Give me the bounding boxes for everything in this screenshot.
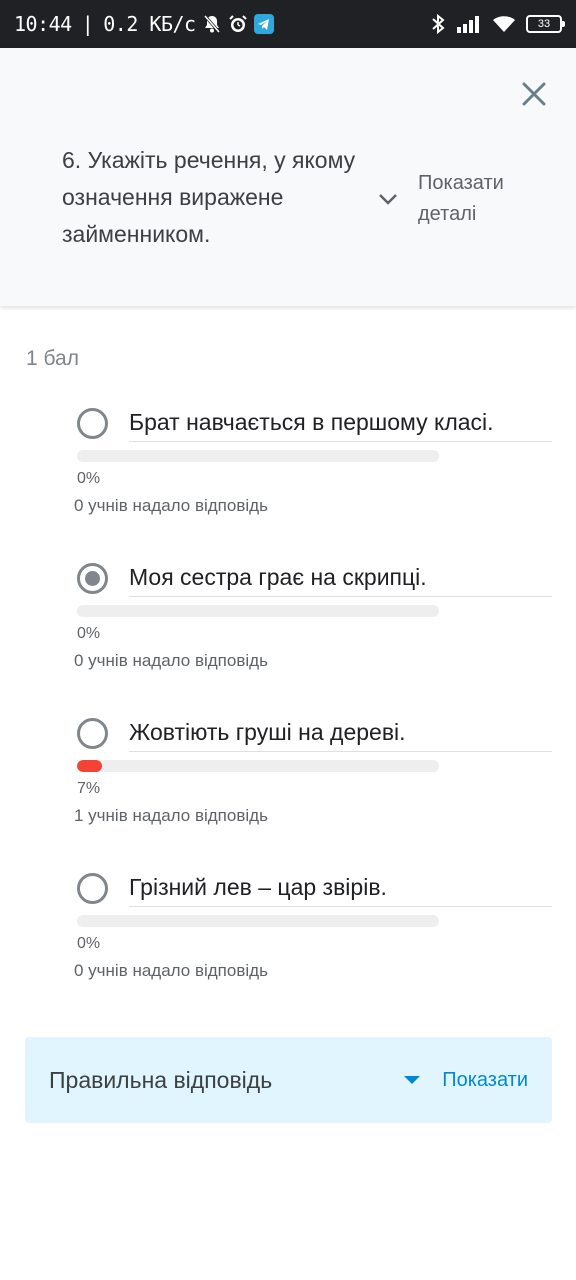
close-icon bbox=[522, 82, 546, 106]
percent-label: 0% bbox=[77, 470, 101, 487]
alarm-icon bbox=[228, 14, 248, 34]
correct-answer-label: Правильна відповідь bbox=[49, 1066, 273, 1093]
responses-count: 0 учнів надало відповідь bbox=[74, 496, 268, 515]
signal-icon bbox=[456, 14, 482, 34]
show-details-toggle[interactable]: Показати деталі bbox=[372, 168, 548, 230]
option-text: Жовтіють груші на дереві. bbox=[129, 716, 552, 752]
close-button[interactable] bbox=[512, 72, 556, 116]
answer-option: Брат навчається в першому класі. 0% 0 уч… bbox=[0, 408, 576, 538]
radio-button[interactable] bbox=[77, 408, 108, 439]
correct-answer-panel: Правильна відповідь Показати bbox=[25, 1037, 552, 1123]
response-bar bbox=[77, 605, 439, 617]
show-answer-label: Показати bbox=[442, 1068, 528, 1091]
answer-option: Моя сестра грає на скрипці. 0% 0 учнів н… bbox=[0, 563, 576, 693]
answer-option: Грізний лев – цар звірів. 0% 0 учнів над… bbox=[0, 873, 576, 1003]
show-details-label: Показати деталі bbox=[418, 172, 504, 225]
option-text: Брат навчається в першому класі. bbox=[129, 406, 552, 442]
telegram-icon bbox=[253, 14, 274, 34]
battery-indicator: 33 bbox=[526, 15, 565, 33]
response-bar bbox=[77, 760, 439, 772]
response-bar bbox=[77, 450, 439, 462]
show-answer-button[interactable]: Показати bbox=[404, 1069, 528, 1092]
responses-count: 0 учнів надало відповідь bbox=[74, 651, 268, 670]
percent-label: 7% bbox=[77, 780, 101, 797]
responses-count: 1 учнів надало відповідь bbox=[74, 806, 268, 825]
question-header: 6. Укажіть речення, у якому означення ви… bbox=[0, 48, 576, 306]
status-left: 10:44 | 0.2 КБ/с bbox=[14, 12, 274, 36]
points-label: 1 бал bbox=[26, 347, 79, 370]
radio-selected-dot bbox=[85, 571, 100, 586]
option-text: Грізний лев – цар звірів. bbox=[129, 871, 552, 907]
status-bar: 10:44 | 0.2 КБ/с 33 bbox=[0, 0, 576, 48]
answer-option: Жовтіють груші на дереві. 7% 1 учнів над… bbox=[0, 718, 576, 848]
responses-count: 0 учнів надало відповідь bbox=[74, 961, 268, 980]
question-text: 6. Укажіть речення, у якому означення ви… bbox=[62, 147, 356, 247]
radio-button[interactable] bbox=[77, 873, 108, 904]
network-speed: 0.2 КБ/с bbox=[103, 12, 196, 36]
option-text: Моя сестра грає на скрипці. bbox=[129, 561, 552, 597]
response-bar-fill bbox=[77, 760, 103, 772]
status-time: 10:44 bbox=[14, 12, 72, 36]
status-separator: | bbox=[81, 12, 94, 36]
response-bar bbox=[77, 915, 439, 927]
radio-button[interactable] bbox=[77, 563, 108, 594]
bluetooth-icon bbox=[430, 13, 446, 35]
bell-off-icon bbox=[202, 14, 222, 34]
radio-button[interactable] bbox=[77, 718, 108, 749]
caret-down-icon bbox=[404, 1076, 421, 1084]
chevron-down-icon bbox=[372, 183, 404, 215]
percent-label: 0% bbox=[77, 935, 101, 952]
wifi-icon bbox=[492, 14, 516, 34]
percent-label: 0% bbox=[77, 625, 101, 642]
status-right: 33 bbox=[430, 13, 565, 35]
